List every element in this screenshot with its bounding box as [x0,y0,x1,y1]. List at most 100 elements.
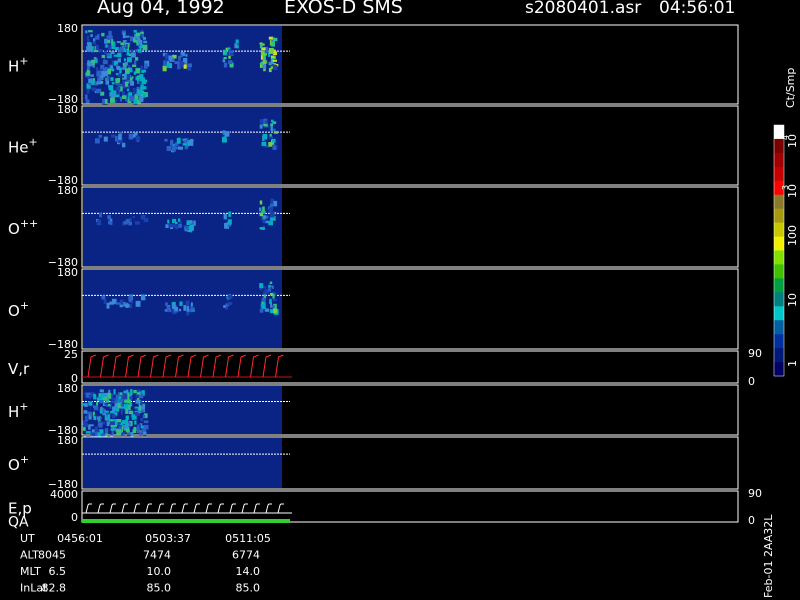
footer-label-ut: UT [20,532,35,545]
intensity-cell [259,283,264,289]
intensity-cell [118,134,122,140]
intensity-cell [122,394,128,400]
intensity-cell [119,398,124,403]
intensity-cell [101,295,106,300]
intensity-cell [135,136,141,142]
intensity-cell [166,62,172,68]
intensity-cell [273,308,278,314]
intensity-cell [140,425,145,428]
intensity-cell [139,89,143,95]
intensity-cell [126,88,129,92]
intensity-cell [111,93,116,98]
right-tick-bottom: 0 [748,375,755,388]
intensity-cell [122,142,126,148]
intensity-cell [82,403,85,406]
colorbar-label: 10 [786,293,799,307]
intensity-cell [134,412,138,416]
intensity-cell [264,308,270,312]
y-tick-bottom: 0 [71,511,78,524]
intensity-cell [134,420,137,425]
panel-label-1: He+ [8,136,38,157]
intensity-cell [224,131,230,137]
intensity-cell [272,59,277,62]
intensity-cell [227,47,231,50]
intensity-cell [100,393,105,398]
intensity-cell [125,219,129,222]
intensity-cell [111,39,114,45]
panel-label-0: H+ [8,55,29,76]
intensity-cell [105,433,108,437]
intensity-cell [119,67,122,74]
intensity-cell [185,53,188,57]
intensity-cell [235,39,239,44]
intensity-cell [87,76,91,79]
panel-7 [81,490,739,523]
intensity-cell [118,48,122,53]
intensity-cell [263,123,268,127]
intensity-cell [97,422,102,427]
intensity-cell [143,424,149,430]
intensity-cell [100,410,103,414]
intensity-cell [106,54,111,57]
intensity-cell [273,131,278,134]
colorbar-title: Ct/Smp [784,68,797,108]
intensity-cell [185,300,190,306]
intensity-cell [259,212,264,217]
intensity-cell [116,419,122,423]
intensity-cell [260,43,263,49]
spectrogram-background [83,270,282,348]
intensity-cell [170,139,174,146]
intensity-cell [102,98,105,105]
intensity-cell [119,96,122,102]
intensity-cell [142,414,146,419]
panel-4 [81,350,739,384]
intensity-cell [135,300,141,307]
intensity-cell [235,44,238,48]
intensity-cell [142,44,148,51]
colorbar-segment [774,264,784,279]
intensity-cell [138,81,142,84]
intensity-cell [101,32,105,37]
intensity-cell [268,220,271,223]
intensity-cell [133,389,137,394]
intensity-cell [183,64,187,69]
intensity-cell [228,211,232,217]
intensity-cell [122,432,126,435]
intensity-cell [90,412,93,417]
spectrogram-background [83,438,282,488]
intensity-cell [90,74,94,77]
intensity-cell [105,416,109,421]
intensity-cell [103,136,108,142]
intensity-cell [270,286,273,290]
intensity-cell [260,50,265,56]
intensity-cell [273,128,276,131]
intensity-cell [107,68,111,75]
intensity-cell [111,397,116,401]
y-tick-top: 180 [57,266,78,279]
intensity-cell [126,302,129,308]
intensity-cell [129,217,132,222]
intensity-cell [87,60,90,64]
intensity-cell [128,133,134,140]
footer-value: 0456:01 [57,532,103,545]
intensity-cell [259,200,263,205]
intensity-cell [93,394,97,400]
intensity-cell [125,415,129,420]
intensity-cell [99,213,102,218]
intensity-cell [222,49,226,54]
intensity-cell [112,414,115,418]
footer-label-mlt: MLT [20,565,41,578]
intensity-cell [133,99,138,105]
intensity-cell [190,307,195,311]
colorbar-segment [774,236,784,252]
intensity-cell [108,403,111,407]
intensity-cell [186,306,190,312]
intensity-cell [99,400,104,404]
intensity-cell [125,408,128,414]
intensity-cell [223,213,227,220]
intensity-cell [105,44,108,48]
intensity-cell [86,392,91,395]
intensity-cell [180,62,185,65]
intensity-cell [164,138,168,142]
intensity-cell [102,60,108,65]
